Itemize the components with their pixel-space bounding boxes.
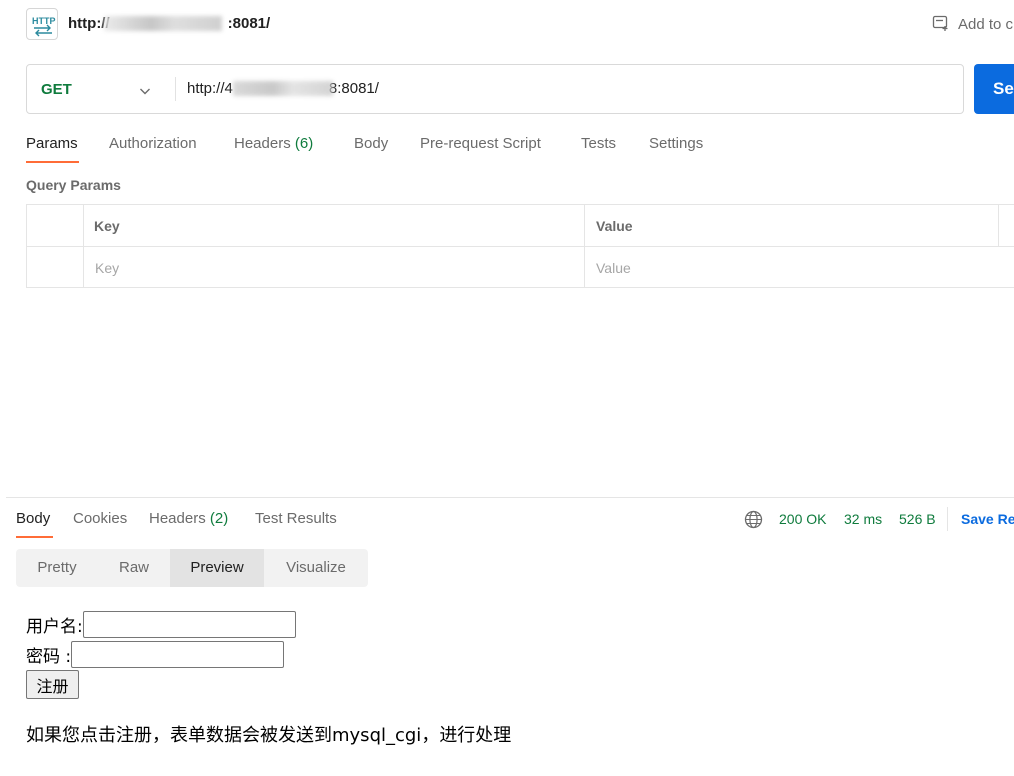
preview-note: 如果您点击注册，表单数据会被发送到mysql_cgi，进行处理 [26, 725, 512, 746]
tab-label: Authorization [109, 135, 197, 152]
tab-label: Params [26, 135, 78, 152]
redacted-host [233, 81, 333, 96]
chevron-down-icon[interactable] [139, 83, 151, 101]
view-preview[interactable]: Preview [170, 549, 264, 587]
tab-tests[interactable]: Tests [581, 135, 616, 152]
table-header-row: Key Value [27, 205, 1014, 247]
divider [584, 205, 585, 288]
view-visualize[interactable]: Visualize [264, 549, 368, 587]
tab-authorization[interactable]: Authorization [109, 135, 197, 152]
tab-params[interactable]: Params [26, 135, 78, 152]
tab-label: Cookies [73, 510, 128, 527]
password-input[interactable] [71, 641, 285, 668]
divider [947, 507, 948, 531]
headers-count: (2) [209, 510, 229, 527]
tab-label: Body [16, 510, 51, 527]
response-tab-headers[interactable]: Headers (2) [149, 510, 228, 527]
password-row: 密码 : [26, 641, 285, 668]
query-params-table: Key Value Key Value [26, 204, 1014, 288]
view-mode-selector: Pretty Raw Preview Visualize [16, 549, 368, 587]
request-bar: GET http://4 8:8081/ [26, 64, 964, 114]
view-pretty[interactable]: Pretty [16, 549, 98, 587]
view-raw[interactable]: Raw [98, 549, 170, 587]
active-tab-indicator [16, 536, 53, 538]
tab-label: Headers [149, 510, 206, 527]
response-tab-body[interactable]: Body [16, 510, 50, 527]
tab-settings[interactable]: Settings [649, 135, 703, 152]
globe-icon[interactable] [744, 510, 763, 532]
send-button[interactable]: Se [974, 64, 1014, 114]
tab-headers[interactable]: Headers (6) [234, 135, 313, 152]
response-time[interactable]: 32 ms [844, 511, 882, 527]
register-button[interactable]: 注册 [26, 670, 79, 699]
http-icon: HTTP [26, 8, 58, 40]
request-title-bar: HTTP http://:8081/ Add to c [0, 0, 1014, 50]
tab-body[interactable]: Body [354, 135, 388, 152]
status-code[interactable]: 200 OK [779, 511, 826, 527]
key-input[interactable]: Key [85, 247, 585, 288]
response-tab-test-results[interactable]: Test Results [255, 510, 337, 527]
redacted-host [104, 16, 222, 31]
url-suffix: 8:8081/ [328, 80, 379, 97]
username-label: 用户名: [26, 617, 83, 637]
query-params-title: Query Params [26, 177, 121, 193]
response-tab-cookies[interactable]: Cookies [73, 510, 127, 527]
value-input[interactable]: Value [586, 247, 1006, 288]
tab-label: Body [354, 135, 389, 152]
column-header-value: Value [596, 218, 633, 234]
tab-label: Pre-request Script [420, 135, 541, 152]
column-header-key: Key [94, 218, 120, 234]
username-row: 用户名: [26, 611, 296, 638]
username-input[interactable] [82, 611, 296, 638]
response-size[interactable]: 526 B [899, 511, 936, 527]
table-row: Key Value [27, 247, 1014, 289]
tab-label: Headers [234, 135, 291, 152]
divider [998, 205, 999, 246]
tab-label: Tests [581, 135, 617, 152]
divider [175, 77, 176, 101]
tab-pre-request-script[interactable]: Pre-request Script [420, 135, 541, 152]
add-to-collection-button[interactable]: Add to c [932, 14, 1013, 36]
tab-label: Settings [649, 135, 704, 152]
active-tab-indicator [26, 161, 79, 163]
add-to-label: Add to c [958, 15, 1014, 33]
title-url-suffix: :8081/ [227, 15, 271, 32]
pane-divider[interactable] [6, 497, 1014, 498]
tab-label: Test Results [255, 510, 337, 527]
url-prefix: http://4 [187, 80, 233, 97]
svg-text:HTTP: HTTP [32, 16, 56, 26]
method-select[interactable]: GET [41, 81, 72, 98]
password-label: 密码 : [26, 647, 72, 667]
headers-count: (6) [294, 135, 314, 152]
save-response-button[interactable]: Save Re [961, 511, 1014, 527]
add-to-collection-icon [932, 14, 950, 36]
divider [83, 205, 84, 288]
